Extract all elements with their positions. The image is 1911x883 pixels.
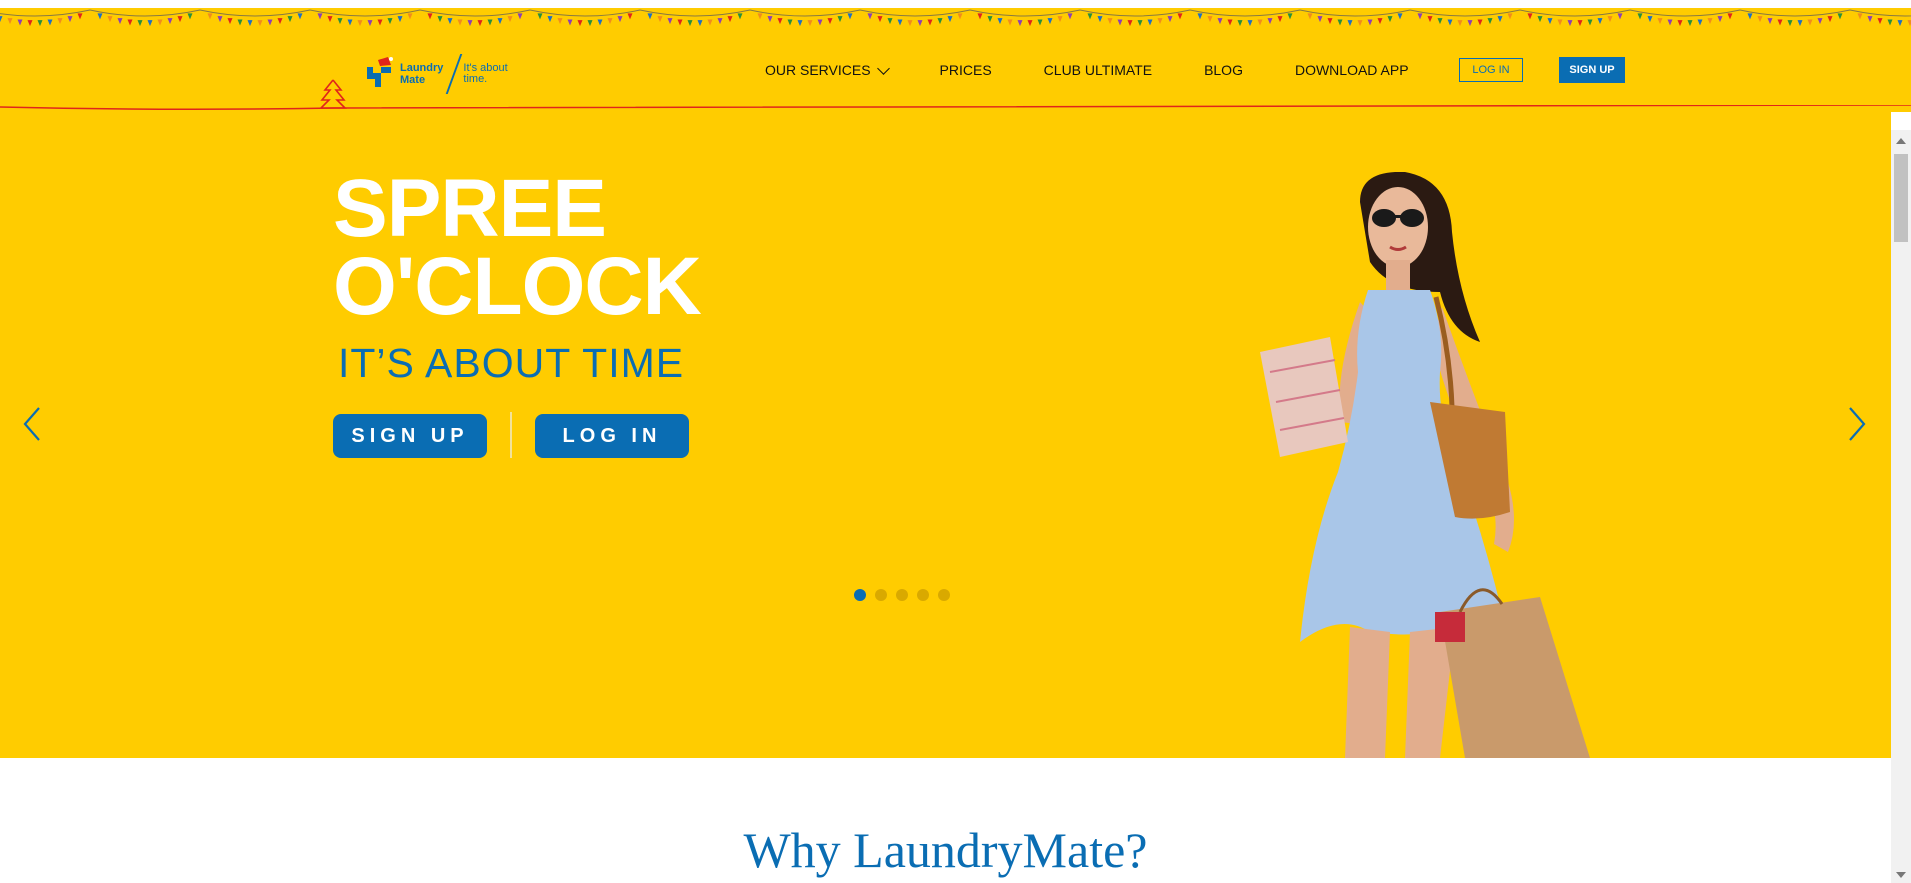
page-scrollbar[interactable]	[1891, 130, 1911, 883]
hero-title-line1: SPREE	[333, 163, 607, 254]
site-header: Laundry Mate It's about time. OUR SERVIC…	[0, 0, 1911, 112]
logo-tagline-line2: time.	[463, 73, 488, 85]
nav-item-club-ultimate[interactable]: CLUB ULTIMATE	[1044, 62, 1152, 78]
logo-tagline: It's about time.	[463, 63, 507, 85]
hero-button-divider	[510, 412, 512, 458]
chevron-right-icon[interactable]	[1840, 402, 1872, 446]
hero-login-button[interactable]: LOG IN	[535, 414, 689, 458]
laundrymate-logo-icon	[367, 57, 393, 87]
scrollbar-thumb[interactable]	[1894, 154, 1908, 242]
carousel-dot[interactable]	[917, 589, 929, 601]
logo-wordmark: Laundry Mate	[400, 62, 443, 86]
hero-signup-button[interactable]: SIGN UP	[333, 414, 487, 458]
hero-model-image	[1260, 172, 1590, 758]
christmas-tree-icon	[319, 79, 347, 109]
header-login-button[interactable]: LOG IN	[1459, 58, 1523, 82]
hero-title-line2: O'CLOCK	[333, 241, 702, 332]
carousel-dot[interactable]	[875, 589, 887, 601]
nav-item-label: BLOG	[1204, 62, 1243, 78]
nav-item-our-services[interactable]: OUR SERVICES	[765, 61, 890, 78]
scroll-down-arrow-icon[interactable]	[1896, 872, 1906, 878]
nav-item-blog[interactable]: BLOG	[1204, 62, 1243, 78]
hero-subtitle: IT’S ABOUT TIME	[338, 340, 685, 386]
hero-title: SPREE O'CLOCK	[333, 163, 702, 332]
chevron-down-icon	[876, 61, 890, 75]
logo-name-line1: Laundry	[400, 62, 444, 74]
hero-banner: SPREE O'CLOCK IT’S ABOUT TIME SIGN UP LO…	[0, 112, 1891, 758]
nav-item-label: DOWNLOAD APP	[1294, 62, 1409, 78]
logo-divider	[446, 54, 463, 94]
nav-item-label: OUR SERVICES	[765, 62, 871, 78]
carousel-dot[interactable]	[938, 589, 950, 601]
carousel-dot[interactable]	[896, 589, 908, 601]
nav-item-prices[interactable]: PRICES	[940, 62, 992, 78]
logo-name-line2: Mate	[400, 74, 426, 86]
carousel-dot[interactable]	[854, 589, 866, 601]
nav-item-download-app[interactable]: DOWNLOAD APP	[1295, 62, 1409, 78]
chevron-left-icon[interactable]	[17, 402, 49, 446]
carousel-pagination	[854, 589, 950, 601]
header-signup-button[interactable]: SIGN UP	[1559, 57, 1625, 83]
main-nav: OUR SERVICES PRICES CLUB ULTIMATE BLOG D…	[765, 56, 1409, 84]
nav-item-label: CLUB ULTIMATE	[1043, 62, 1153, 78]
nav-item-label: PRICES	[939, 62, 992, 78]
why-section-heading: Why LaundryMate?	[743, 822, 1148, 878]
festive-bunting-decoration	[0, 0, 1911, 27]
brand-logo[interactable]: Laundry Mate It's about time.	[364, 52, 508, 96]
scroll-up-arrow-icon[interactable]	[1896, 138, 1906, 144]
page: Laundry Mate It's about time. OUR SERVIC…	[0, 0, 1911, 883]
